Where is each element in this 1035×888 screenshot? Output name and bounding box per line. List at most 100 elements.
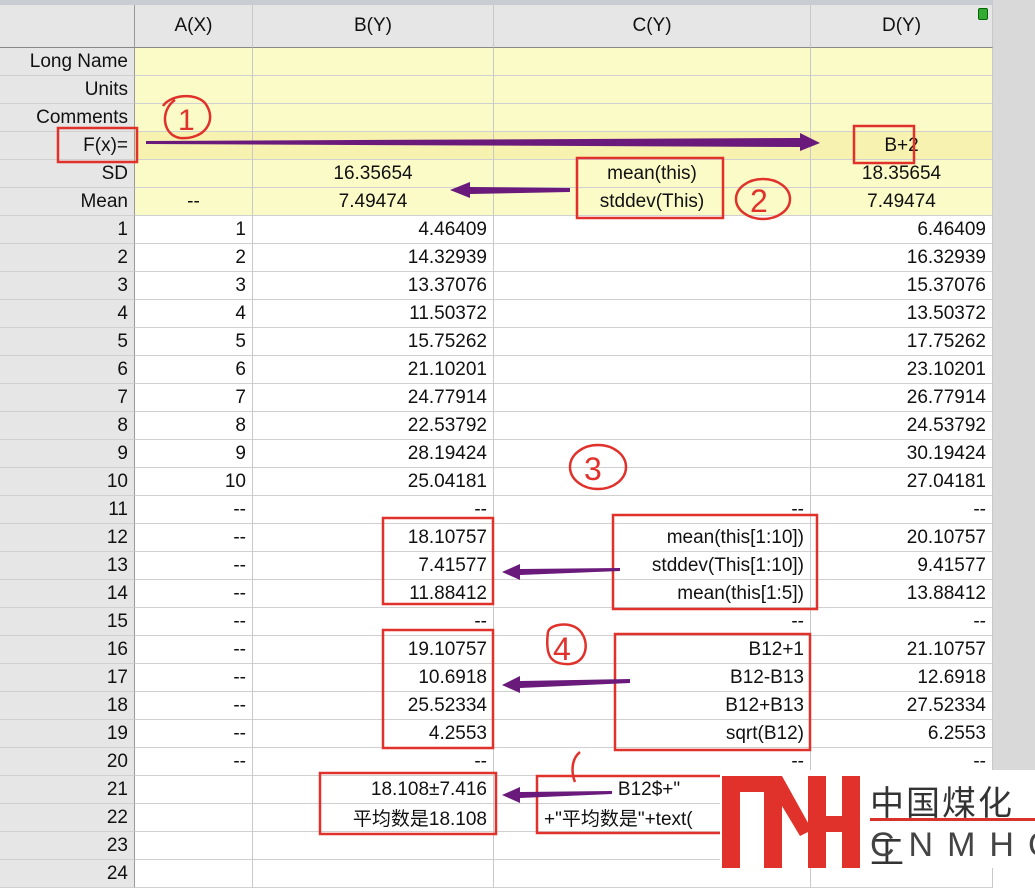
data-cell[interactable]: 12.6918	[811, 664, 993, 692]
data-cell[interactable]: --	[811, 496, 993, 524]
row-number[interactable]: 18	[0, 692, 135, 720]
row-number[interactable]: 8	[0, 412, 135, 440]
data-cell[interactable]: 15.75262	[253, 328, 494, 356]
data-cell[interactable]: 25.04181	[253, 468, 494, 496]
data-cell[interactable]: --	[135, 720, 253, 748]
data-cell[interactable]: --	[135, 524, 253, 552]
meta-cell[interactable]	[135, 76, 253, 104]
data-cell[interactable]: B12-B13	[494, 664, 811, 692]
data-cell[interactable]: --	[253, 608, 494, 636]
data-cell[interactable]: 1	[135, 216, 253, 244]
data-cell[interactable]: 4	[135, 300, 253, 328]
data-cell[interactable]: 17.75262	[811, 328, 993, 356]
data-cell[interactable]: 13.88412	[811, 580, 993, 608]
data-cell[interactable]: 6	[135, 356, 253, 384]
data-cell[interactable]: --	[811, 608, 993, 636]
data-cell[interactable]	[135, 804, 253, 832]
meta-cell[interactable]: --	[135, 188, 253, 216]
row-number[interactable]: 16	[0, 636, 135, 664]
data-cell[interactable]: 27.52334	[811, 692, 993, 720]
meta-cell[interactable]: B+2	[811, 132, 993, 160]
data-cell[interactable]: --	[135, 608, 253, 636]
meta-cell[interactable]: mean(this)	[494, 160, 811, 188]
row-number[interactable]: 9	[0, 440, 135, 468]
data-cell[interactable]: 23.10201	[811, 356, 993, 384]
data-cell[interactable]: 21.10201	[253, 356, 494, 384]
data-cell[interactable]: 18.10757	[253, 524, 494, 552]
meta-cell[interactable]	[135, 160, 253, 188]
corner-cell[interactable]	[0, 5, 135, 48]
meta-cell[interactable]	[135, 48, 253, 76]
data-cell[interactable]	[494, 468, 811, 496]
data-cell[interactable]: 21.10757	[811, 636, 993, 664]
row-number[interactable]: 15	[0, 608, 135, 636]
meta-cell[interactable]: 7.49474	[811, 188, 993, 216]
row-number[interactable]: 23	[0, 832, 135, 860]
data-cell[interactable]: 2	[135, 244, 253, 272]
data-cell[interactable]: --	[494, 496, 811, 524]
data-cell[interactable]: 10	[135, 468, 253, 496]
data-cell[interactable]	[135, 832, 253, 860]
data-cell[interactable]: mean(this[1:10])	[494, 524, 811, 552]
data-cell[interactable]: 20.10757	[811, 524, 993, 552]
meta-cell[interactable]	[253, 104, 494, 132]
row-number[interactable]: 17	[0, 664, 135, 692]
meta-cell[interactable]	[494, 132, 811, 160]
data-cell[interactable]	[135, 776, 253, 804]
data-cell[interactable]: 15.37076	[811, 272, 993, 300]
data-cell[interactable]: --	[253, 496, 494, 524]
data-cell[interactable]: 11.50372	[253, 300, 494, 328]
row-number[interactable]: 6	[0, 356, 135, 384]
data-cell[interactable]	[494, 412, 811, 440]
column-header-c[interactable]: C(Y)	[494, 5, 811, 48]
row-number[interactable]: 20	[0, 748, 135, 776]
data-cell[interactable]: 9.41577	[811, 552, 993, 580]
data-cell[interactable]: 24.53792	[811, 412, 993, 440]
data-cell[interactable]: 24.77914	[253, 384, 494, 412]
meta-cell[interactable]	[253, 132, 494, 160]
data-cell[interactable]: 27.04181	[811, 468, 993, 496]
data-cell[interactable]: 4.46409	[253, 216, 494, 244]
data-cell[interactable]: 7	[135, 384, 253, 412]
data-cell[interactable]: 7.41577	[253, 552, 494, 580]
data-cell[interactable]: 19.10757	[253, 636, 494, 664]
meta-cell[interactable]	[494, 48, 811, 76]
data-cell[interactable]: 8	[135, 412, 253, 440]
data-cell[interactable]	[494, 244, 811, 272]
data-cell[interactable]: --	[135, 692, 253, 720]
data-cell[interactable]: 6.46409	[811, 216, 993, 244]
row-number[interactable]: 10	[0, 468, 135, 496]
data-cell[interactable]: --	[135, 552, 253, 580]
data-cell[interactable]: 平均数是18.108	[253, 804, 494, 832]
meta-cell[interactable]	[811, 104, 993, 132]
row-number[interactable]: 22	[0, 804, 135, 832]
data-cell[interactable]: 22.53792	[253, 412, 494, 440]
meta-cell[interactable]: 18.35654	[811, 160, 993, 188]
data-cell[interactable]: 26.77914	[811, 384, 993, 412]
row-number[interactable]: 24	[0, 860, 135, 888]
data-cell[interactable]	[494, 440, 811, 468]
row-number[interactable]: 13	[0, 552, 135, 580]
data-cell[interactable]: 16.32939	[811, 244, 993, 272]
row-number[interactable]: 21	[0, 776, 135, 804]
data-cell[interactable]: 10.6918	[253, 664, 494, 692]
row-label[interactable]: Comments	[0, 104, 135, 132]
meta-cell[interactable]	[494, 76, 811, 104]
column-header-a[interactable]: A(X)	[135, 5, 253, 48]
data-cell[interactable]	[253, 860, 494, 888]
data-cell[interactable]: --	[135, 636, 253, 664]
data-cell[interactable]: 25.52334	[253, 692, 494, 720]
data-cell[interactable]: 14.32939	[253, 244, 494, 272]
data-cell[interactable]	[494, 356, 811, 384]
row-number[interactable]: 14	[0, 580, 135, 608]
data-cell[interactable]	[494, 272, 811, 300]
row-number[interactable]: 4	[0, 300, 135, 328]
meta-cell[interactable]: 16.35654	[253, 160, 494, 188]
data-cell[interactable]: 9	[135, 440, 253, 468]
row-label[interactable]: Long Name	[0, 48, 135, 76]
meta-cell[interactable]	[253, 76, 494, 104]
column-header-d[interactable]: D(Y)	[811, 5, 993, 48]
row-label[interactable]: Mean	[0, 188, 135, 216]
meta-cell[interactable]	[135, 132, 253, 160]
row-number[interactable]: 19	[0, 720, 135, 748]
